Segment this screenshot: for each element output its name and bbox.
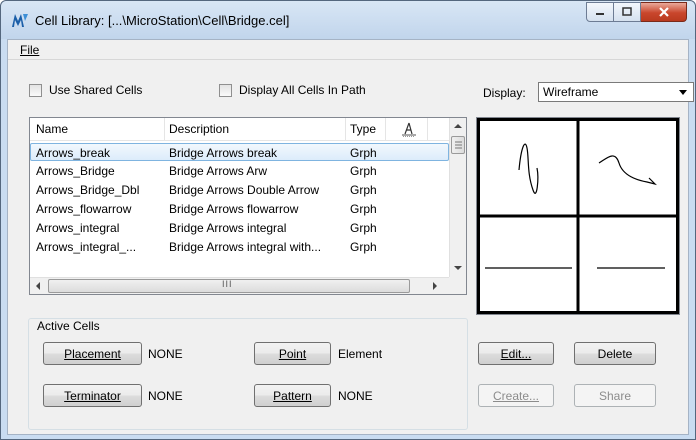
text-style-column-icon[interactable] bbox=[401, 122, 417, 137]
row-name: Arrows_flowarrow bbox=[36, 202, 132, 216]
column-separator bbox=[164, 118, 165, 141]
row-description: Bridge Arrows integral bbox=[169, 221, 287, 235]
placement-value: NONE bbox=[148, 347, 183, 361]
column-header-name[interactable]: Name bbox=[36, 122, 68, 136]
close-icon bbox=[658, 7, 669, 17]
vertical-scroll-thumb[interactable] bbox=[451, 136, 465, 154]
scroll-up-icon[interactable] bbox=[454, 123, 462, 129]
microstation-app-icon bbox=[12, 14, 28, 27]
vertical-scrollbar[interactable] bbox=[449, 118, 466, 277]
horizontal-scroll-thumb[interactable]: III bbox=[48, 279, 410, 293]
create-button-label: Create... bbox=[492, 388, 540, 403]
terminator-button-label: Terminator bbox=[64, 388, 121, 403]
menu-bar: File bbox=[8, 40, 688, 60]
create-button[interactable]: Create... bbox=[478, 384, 554, 407]
row-type: Grph bbox=[350, 240, 377, 254]
preview-grid bbox=[477, 118, 679, 314]
row-description: Bridge Arrows Arw bbox=[169, 164, 268, 178]
delete-button-label: Delete bbox=[597, 346, 633, 361]
point-value: Element bbox=[338, 347, 383, 361]
dialog-client-area: File Use Shared Cells Display All Cells … bbox=[7, 39, 694, 435]
cell-list[interactable]: Name Description Type Arrows_break Bridge… bbox=[29, 117, 467, 295]
row-name: Arrows_Bridge_Dbl bbox=[36, 183, 140, 197]
delete-button[interactable]: Delete bbox=[574, 342, 656, 365]
scroll-right-icon[interactable] bbox=[432, 282, 438, 290]
display-select[interactable]: Wireframe bbox=[538, 82, 694, 102]
pattern-button-label: Pattern bbox=[273, 388, 312, 403]
title-bar[interactable]: Cell Library: [...\MicroStation\Cell\Bri… bbox=[1, 1, 695, 39]
active-cells-group bbox=[28, 318, 468, 430]
minimize-icon bbox=[596, 13, 604, 15]
share-button[interactable]: Share bbox=[574, 384, 656, 407]
display-all-cells-checkbox[interactable]: Display All Cells In Path bbox=[219, 83, 366, 97]
menu-file[interactable]: File bbox=[20, 43, 39, 57]
maximize-icon bbox=[622, 7, 632, 16]
scroll-left-icon[interactable] bbox=[35, 282, 41, 290]
column-header-type[interactable]: Type bbox=[350, 122, 376, 136]
window-title: Cell Library: [...\MicroStation\Cell\Bri… bbox=[35, 13, 290, 28]
table-row[interactable]: Arrows_flowarrow Bridge Arrows flowarrow G… bbox=[30, 200, 449, 218]
terminator-value: NONE bbox=[148, 389, 183, 403]
row-name: Arrows_integral bbox=[36, 221, 120, 235]
row-name: Arrows_break bbox=[36, 146, 111, 160]
placement-button[interactable]: Placement bbox=[43, 342, 142, 365]
table-row[interactable]: Arrows_integral_... Bridge Arrows integra… bbox=[30, 238, 449, 256]
row-description: Bridge Arrows flowarrow bbox=[169, 202, 299, 216]
placement-button-label: Placement bbox=[64, 346, 121, 361]
point-button[interactable]: Point bbox=[254, 342, 331, 365]
row-name: Arrows_Bridge bbox=[36, 164, 115, 178]
pattern-value: NONE bbox=[338, 389, 373, 403]
row-type: Grph bbox=[350, 221, 377, 235]
display-label: Display: bbox=[483, 86, 526, 100]
column-separator bbox=[345, 118, 346, 141]
pattern-button[interactable]: Pattern bbox=[254, 384, 331, 407]
close-button[interactable] bbox=[641, 2, 687, 22]
row-type: Grph bbox=[350, 183, 377, 197]
use-shared-cells-checkbox[interactable]: Use Shared Cells bbox=[29, 83, 142, 97]
table-row[interactable]: Arrows_Bridge Bridge Arrows Arw Grph bbox=[30, 162, 449, 180]
cell-list-header: Name Description Type bbox=[30, 118, 449, 141]
chevron-down-icon bbox=[679, 90, 687, 95]
row-name: Arrows_integral_... bbox=[36, 240, 137, 254]
table-row[interactable]: Arrows_break Bridge Arrows break Grph bbox=[30, 143, 449, 161]
display-all-cells-label: Display All Cells In Path bbox=[239, 83, 366, 97]
scroll-down-icon[interactable] bbox=[454, 265, 462, 271]
table-row[interactable]: Arrows_Bridge_Dbl Bridge Arrows Double Ar… bbox=[30, 181, 449, 199]
grip-icon bbox=[455, 141, 462, 149]
terminator-button[interactable]: Terminator bbox=[43, 384, 142, 407]
preview-cell-arrows-bridge bbox=[598, 155, 657, 186]
table-row[interactable]: Arrows_integral Bridge Arrows integral Grp… bbox=[30, 219, 449, 237]
row-description: Bridge Arrows break bbox=[169, 146, 278, 160]
maximize-button[interactable] bbox=[614, 2, 641, 22]
cell-library-window: Cell Library: [...\MicroStation\Cell\Bri… bbox=[0, 0, 696, 440]
row-type: Grph bbox=[350, 164, 377, 178]
column-header-description[interactable]: Description bbox=[169, 122, 229, 136]
scrollbar-corner bbox=[449, 277, 466, 294]
share-button-label: Share bbox=[598, 388, 632, 403]
horizontal-scrollbar[interactable]: III bbox=[30, 277, 449, 294]
menu-file-label: File bbox=[20, 43, 40, 57]
edit-button-label: Edit... bbox=[500, 346, 532, 361]
use-shared-cells-label: Use Shared Cells bbox=[49, 83, 143, 97]
window-controls bbox=[586, 2, 687, 22]
display-select-value: Wireframe bbox=[543, 85, 599, 99]
row-description: Bridge Arrows Double Arrow bbox=[169, 183, 320, 197]
checkbox-box[interactable] bbox=[219, 83, 232, 97]
preview-cell-arrows-break bbox=[518, 143, 539, 194]
minimize-button[interactable] bbox=[586, 2, 614, 22]
active-cells-label: Active Cells bbox=[34, 319, 103, 333]
cell-preview bbox=[476, 117, 680, 315]
checkbox-box[interactable] bbox=[29, 83, 42, 97]
grip-icon: III bbox=[222, 279, 233, 289]
row-type: Grph bbox=[350, 146, 377, 160]
column-separator bbox=[385, 118, 386, 141]
edit-button[interactable]: Edit... bbox=[478, 342, 554, 365]
column-separator bbox=[427, 118, 428, 141]
row-type: Grph bbox=[350, 202, 377, 216]
point-button-label: Point bbox=[278, 346, 307, 361]
row-description: Bridge Arrows integral with... bbox=[169, 240, 322, 254]
